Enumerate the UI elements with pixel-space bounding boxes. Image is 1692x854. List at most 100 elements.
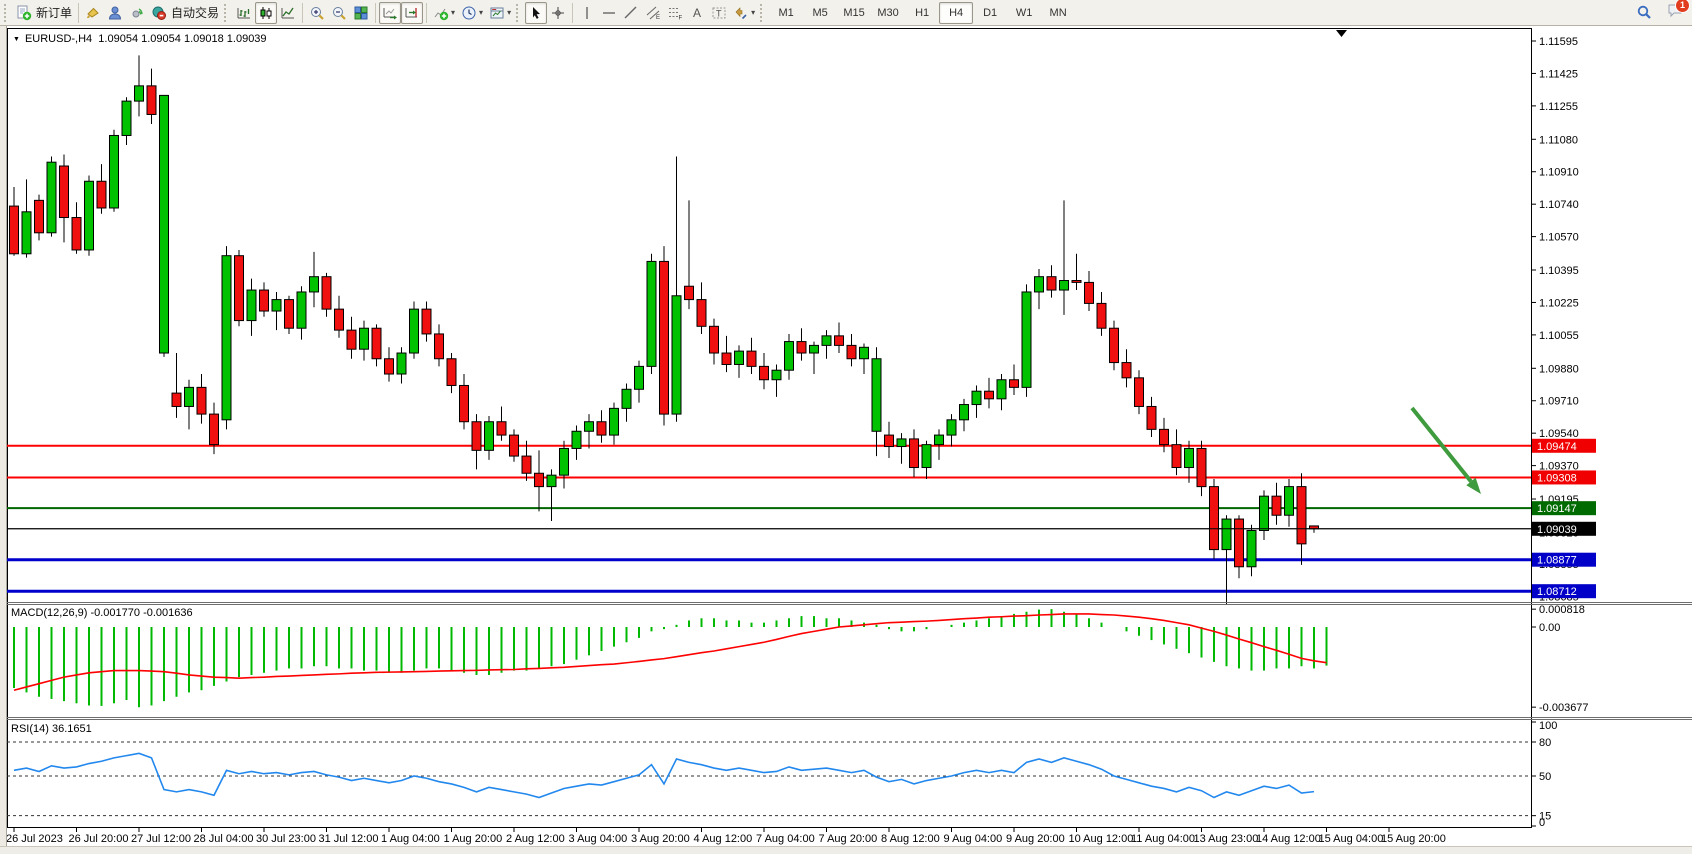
arrows-button[interactable]: ▾ bbox=[730, 2, 758, 24]
candle-body bbox=[1060, 281, 1069, 291]
crosshair-button[interactable] bbox=[547, 2, 569, 24]
indicators-button[interactable]: ▾ bbox=[430, 2, 458, 24]
equidistant-channel-button[interactable]: E bbox=[642, 2, 664, 24]
clock-icon bbox=[461, 5, 477, 21]
zoom-out-button[interactable] bbox=[328, 2, 350, 24]
time-tick-label: 7 Aug 04:00 bbox=[756, 833, 815, 845]
candle-body bbox=[10, 206, 19, 254]
ohlc-close: 1.09039 bbox=[227, 33, 267, 45]
fibonacci-button[interactable]: F bbox=[664, 2, 686, 24]
candle-body bbox=[785, 342, 794, 371]
search-button[interactable] bbox=[1633, 2, 1656, 24]
new-order-button[interactable]: 新订单 bbox=[13, 2, 75, 24]
zoom-in-button[interactable] bbox=[306, 2, 328, 24]
line-chart-icon bbox=[280, 5, 296, 21]
candle-body bbox=[335, 309, 344, 330]
candle-body bbox=[910, 439, 919, 468]
line-chart-button[interactable] bbox=[277, 2, 299, 24]
candle-body bbox=[1285, 487, 1294, 516]
auto-trading-icon bbox=[151, 5, 167, 21]
time-tick-label: 30 Jul 23:00 bbox=[256, 833, 316, 845]
candle-body bbox=[247, 290, 256, 321]
text-button[interactable]: A bbox=[686, 2, 708, 24]
candle-body bbox=[122, 101, 131, 135]
candle-body bbox=[72, 218, 81, 250]
candle bbox=[160, 95, 169, 356]
candle-body bbox=[1122, 363, 1131, 378]
timeframe-m1[interactable]: M1 bbox=[769, 2, 803, 24]
price-tick-label: 1.09710 bbox=[1539, 396, 1579, 408]
trendline-button[interactable] bbox=[620, 2, 642, 24]
candle-body bbox=[1272, 496, 1281, 515]
timeframe-d1[interactable]: D1 bbox=[973, 2, 1007, 24]
candle-body bbox=[435, 334, 444, 359]
periods-button[interactable]: ▾ bbox=[458, 2, 486, 24]
trendline-icon bbox=[623, 5, 639, 21]
ohlc-high: 1.09054 bbox=[141, 33, 181, 45]
price-chart: 1.115951.114251.112551.110801.109101.107… bbox=[0, 26, 1692, 854]
signals-button[interactable] bbox=[126, 2, 148, 24]
profiles-button[interactable] bbox=[104, 2, 126, 24]
candle-body bbox=[147, 86, 156, 115]
channel-icon: E bbox=[645, 5, 661, 21]
time-tick-label: 1 Aug 04:00 bbox=[381, 833, 440, 845]
toolbar-grip[interactable] bbox=[224, 4, 231, 22]
candle-body bbox=[360, 328, 369, 349]
timeframe-mn[interactable]: MN bbox=[1041, 2, 1075, 24]
chart-shift-button[interactable] bbox=[401, 2, 423, 24]
candle-body bbox=[497, 422, 506, 435]
price-tick-label: 1.10910 bbox=[1539, 167, 1579, 179]
candle-body bbox=[22, 212, 31, 254]
candle-body bbox=[647, 261, 656, 366]
notifications-button[interactable]: 1 bbox=[1666, 2, 1684, 24]
auto-trading-button[interactable]: 自动交易 bbox=[148, 2, 222, 24]
zoom-out-icon bbox=[331, 5, 347, 21]
timeframe-m5[interactable]: M5 bbox=[803, 2, 837, 24]
cursor-button[interactable] bbox=[525, 2, 547, 24]
candle-body bbox=[1147, 406, 1156, 429]
text-label-button[interactable]: T bbox=[708, 2, 730, 24]
macd-tick-label: -0.003677 bbox=[1539, 702, 1589, 714]
candle-body bbox=[710, 326, 719, 353]
timeframe-m30[interactable]: M30 bbox=[871, 2, 905, 24]
toolbar-grip[interactable] bbox=[760, 4, 767, 22]
candle-body bbox=[960, 405, 969, 420]
arrow-objects-icon bbox=[733, 5, 749, 21]
candle-body bbox=[610, 408, 619, 435]
candle-body bbox=[1085, 282, 1094, 303]
auto-scroll-button[interactable] bbox=[379, 2, 401, 24]
vertical-line-icon bbox=[579, 5, 595, 21]
candle-body bbox=[635, 366, 644, 389]
ohlc-open: 1.09054 bbox=[98, 33, 138, 45]
time-tick-label: 2 Aug 12:00 bbox=[506, 833, 565, 845]
candle bbox=[1110, 321, 1119, 371]
svg-text:E: E bbox=[656, 15, 660, 21]
styles-button[interactable] bbox=[82, 2, 104, 24]
vertical-line-button[interactable] bbox=[576, 2, 598, 24]
tile-windows-button[interactable] bbox=[350, 2, 372, 24]
toolbar-grip[interactable] bbox=[516, 4, 523, 22]
chevron-down-icon: ▾ bbox=[451, 8, 455, 17]
candle-body bbox=[935, 435, 944, 445]
time-tick-label: 31 Jul 12:00 bbox=[319, 833, 379, 845]
candlestick-chart-button[interactable] bbox=[255, 2, 277, 24]
timeframe-w1[interactable]: W1 bbox=[1007, 2, 1041, 24]
macd-label: MACD(12,26,9) -0.001770 -0.001636 bbox=[11, 607, 193, 619]
candle-body bbox=[1110, 328, 1119, 362]
candle-body bbox=[572, 431, 581, 448]
toolbar-grip[interactable] bbox=[4, 4, 11, 22]
templates-icon bbox=[489, 5, 505, 21]
horizontal-line-button[interactable] bbox=[598, 2, 620, 24]
bar-chart-button[interactable] bbox=[233, 2, 255, 24]
candle-body bbox=[747, 351, 756, 366]
templates-button[interactable]: ▾ bbox=[486, 2, 514, 24]
candle-body bbox=[460, 385, 469, 421]
svg-text:F: F bbox=[679, 15, 683, 21]
candle-body bbox=[197, 387, 206, 414]
candle bbox=[647, 254, 656, 374]
timeframe-h4[interactable]: H4 bbox=[939, 2, 973, 24]
timeframe-m15[interactable]: M15 bbox=[837, 2, 871, 24]
timeframe-h1[interactable]: H1 bbox=[905, 2, 939, 24]
candle-body bbox=[1222, 519, 1231, 550]
candle-body bbox=[485, 422, 494, 451]
